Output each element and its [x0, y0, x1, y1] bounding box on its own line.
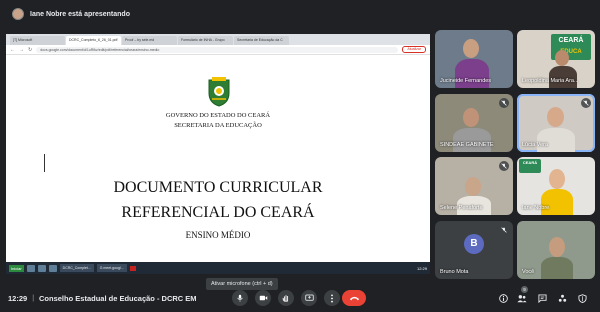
- info-icon: [498, 293, 508, 303]
- participant-name: Bruno Mota: [440, 269, 469, 275]
- more-options-button[interactable]: [324, 290, 340, 306]
- browser-tab[interactable]: Formulário de INHA - Grupo: [178, 36, 233, 45]
- participant-face: [547, 107, 564, 127]
- presenter-avatar: [12, 8, 24, 20]
- back-icon[interactable]: ←: [10, 47, 15, 53]
- camera-button[interactable]: [255, 290, 271, 306]
- meeting-bottom-bar: 12:29 | Conselho Estadual de Educação - …: [0, 284, 600, 312]
- participant-body: [541, 189, 573, 215]
- participant-tile[interactable]: Jucineide Fernandes: [435, 30, 513, 88]
- presenter-label: Iane Nobre está apresentando: [30, 10, 130, 18]
- participant-tile-speaking[interactable]: Lúcia Vera: [517, 94, 595, 152]
- activities-icon: [558, 294, 566, 302]
- notification-icon[interactable]: [129, 265, 136, 271]
- taskbar-window-item[interactable]: G meet.googl...: [96, 264, 127, 272]
- present-screen-icon: [304, 294, 314, 301]
- taskbar-app-icon[interactable]: [48, 264, 57, 272]
- host-controls-button[interactable]: [576, 292, 588, 304]
- participant-body: [453, 128, 491, 152]
- separator: |: [32, 294, 35, 302]
- document-subtitle: ENSINO MÉDIO: [185, 230, 251, 240]
- meeting-clock: 12:29: [8, 293, 28, 303]
- muted-mic-icon: [499, 161, 509, 171]
- participant-name: SINDEAE GABINETE: [440, 142, 494, 148]
- secretariat-heading: SECRETARIA DA EDUCAÇÃO: [174, 122, 262, 129]
- more-vert-icon: [331, 293, 333, 303]
- people-icon: [517, 294, 527, 302]
- participant-name: Selene Penaforte: [440, 205, 483, 211]
- participant-face: [463, 39, 479, 58]
- taskbar-app-icon[interactable]: [37, 264, 46, 272]
- participant-name: Lúcia Vera: [522, 142, 548, 148]
- participant-face: [549, 237, 565, 257]
- participant-name: Você: [522, 269, 535, 275]
- government-heading: GOVERNO DO ESTADO DO CEARÁ: [165, 112, 271, 119]
- participant-name: Jucineide Fernandes: [440, 78, 492, 84]
- self-view-tile[interactable]: Você: [517, 221, 595, 279]
- windows-taskbar: Iniciar DCRC_Complet... G meet.googl... …: [6, 262, 430, 274]
- meeting-details-button[interactable]: [497, 292, 509, 304]
- participant-name: Leopoldina Maria Ara...: [522, 78, 579, 84]
- start-button[interactable]: Iniciar: [9, 264, 24, 272]
- raise-hand-icon: [282, 295, 289, 302]
- microphone-icon: [237, 294, 243, 302]
- browser-tab[interactable]: Proof – by sele.md: [122, 36, 177, 45]
- browser-tab[interactable]: [T] Microsoft: [10, 36, 65, 45]
- participant-tile[interactable]: SINDEAE GABINETE: [435, 94, 513, 152]
- browser-tabstrip: [T] Microsoft DCRC_Completo_6_26_01.pdf …: [6, 34, 430, 45]
- taskbar-window-item[interactable]: DCRC_Complet...: [59, 264, 94, 272]
- shared-screen[interactable]: [T] Microsoft DCRC_Completo_6_26_01.pdf …: [6, 34, 430, 274]
- chat-icon: [537, 293, 547, 303]
- muted-mic-icon: [499, 225, 509, 235]
- participant-face: [465, 177, 481, 196]
- reactions-button[interactable]: [278, 290, 294, 306]
- participant-name: Iane Nobre: [522, 205, 550, 211]
- text-cursor: [44, 154, 45, 172]
- pdf-document: GOVERNO DO ESTADO DO CEARÁ SECRETARIA DA…: [6, 55, 430, 262]
- participant-body: [537, 128, 575, 152]
- activities-button[interactable]: [556, 292, 568, 304]
- camera-icon: [259, 295, 267, 301]
- ceara-logo: CEARÁ: [519, 159, 541, 173]
- reload-icon[interactable]: ↻: [28, 47, 32, 53]
- participant-tile[interactable]: CEARÁ EDUCA Leopoldina Maria Ara...: [517, 30, 595, 88]
- leave-call-button[interactable]: [342, 290, 366, 306]
- participant-avatar: B: [464, 234, 484, 254]
- taskbar-app-icon[interactable]: [26, 264, 35, 272]
- document-title-line-1: DOCUMENTO CURRICULAR: [113, 179, 323, 196]
- chat-button[interactable]: [536, 292, 548, 304]
- hang-up-icon: [349, 296, 359, 301]
- ceara-coat-of-arms-icon: [208, 77, 230, 107]
- browser-tab-active[interactable]: DCRC_Completo_6_26_01.pdf: [66, 36, 121, 45]
- url-field[interactable]: docs.google.com/document/d/1oRfkz/edit/p…: [36, 46, 399, 53]
- participant-tile[interactable]: CEARÁ Iane Nobre: [517, 157, 595, 215]
- taskbar-clock: 12:29: [416, 265, 427, 271]
- participant-body: [549, 66, 577, 88]
- people-button[interactable]: [516, 292, 528, 304]
- muted-mic-icon: [581, 98, 591, 108]
- muted-mic-icon: [499, 98, 509, 108]
- shield-icon: [577, 293, 587, 303]
- presenter-bar: Iane Nobre está apresentando: [0, 0, 600, 28]
- update-button[interactable]: Atualizar: [402, 46, 426, 53]
- microphone-button[interactable]: [232, 290, 248, 306]
- browser-tab[interactable]: Secretaria de Educação da C: [234, 36, 289, 45]
- meeting-title: Conselho Estadual de Educação - DCRC EM: [39, 293, 197, 303]
- document-title-line-2: REFERENCIAL DO CEARÁ: [121, 204, 315, 221]
- participant-body: [541, 257, 573, 279]
- address-bar: ← → ↻ docs.google.com/document/d/1oRfkz/…: [6, 45, 430, 55]
- participant-tile[interactable]: Selene Penaforte: [435, 157, 513, 215]
- participant-face: [555, 50, 569, 66]
- participant-face: [463, 108, 479, 127]
- participant-tile[interactable]: B Bruno Mota: [435, 221, 513, 279]
- present-screen-button[interactable]: [301, 290, 317, 306]
- participant-face: [549, 169, 565, 189]
- forward-icon[interactable]: →: [19, 47, 24, 53]
